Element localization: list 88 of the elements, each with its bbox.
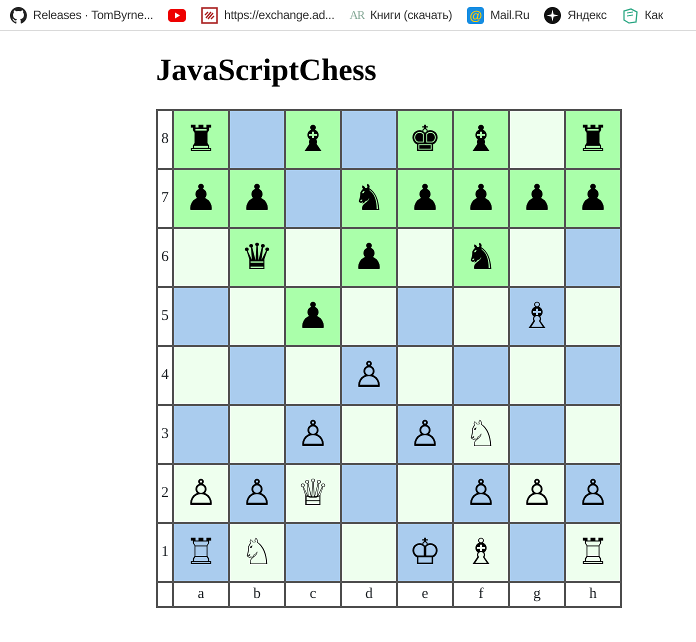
board-square[interactable]	[509, 523, 565, 582]
board-square[interactable]	[229, 287, 285, 346]
board-square[interactable]: ♜	[173, 110, 229, 170]
bookmark-link[interactable]: Яндекс	[544, 6, 607, 24]
board-square[interactable]: ♟	[285, 287, 341, 346]
board-square[interactable]	[397, 346, 453, 406]
board-square[interactable]	[285, 523, 341, 582]
board-square[interactable]: ♜	[565, 110, 621, 170]
board-square[interactable]: ♗	[453, 523, 509, 582]
file-label: h	[565, 582, 621, 607]
board-square[interactable]: ♙	[229, 464, 285, 524]
bookmark-link[interactable]: @ Mail.Ru	[467, 6, 530, 24]
board-square[interactable]: ♘	[229, 523, 285, 582]
board-square[interactable]: ♘	[453, 405, 509, 464]
board-square[interactable]: ♞	[453, 228, 509, 288]
file-label: d	[341, 582, 397, 607]
board-square[interactable]	[397, 287, 453, 346]
board-square[interactable]	[565, 405, 621, 464]
board-square[interactable]	[509, 405, 565, 464]
file-label: a	[173, 582, 229, 607]
board-square[interactable]	[509, 110, 565, 170]
board-square[interactable]	[229, 346, 285, 406]
board-square[interactable]	[341, 287, 397, 346]
board-square[interactable]: ♖	[173, 523, 229, 582]
book-icon	[622, 6, 639, 24]
bookmark-link[interactable]: AR Книги (скачать)	[349, 6, 452, 24]
file-label: b	[229, 582, 285, 607]
board-square[interactable]: ♕	[285, 464, 341, 524]
bookmark-icon-button[interactable]	[168, 8, 186, 22]
board-square[interactable]: ♟	[341, 228, 397, 288]
board-square[interactable]: ♙	[397, 405, 453, 464]
board-square[interactable]	[173, 287, 229, 346]
board-square[interactable]	[397, 228, 453, 288]
board-square[interactable]: ♟	[453, 169, 509, 228]
board-square[interactable]	[397, 464, 453, 524]
board-square[interactable]: ♞	[341, 169, 397, 228]
board-square[interactable]: ♙	[453, 464, 509, 524]
board-square[interactable]	[341, 464, 397, 524]
board-square[interactable]: ♝	[285, 110, 341, 170]
board-square[interactable]: ♙	[565, 464, 621, 524]
rank-label: 8	[157, 110, 173, 170]
board-square[interactable]: ♟	[229, 169, 285, 228]
board-square[interactable]: ♛	[229, 228, 285, 288]
board-square[interactable]	[341, 523, 397, 582]
board-square[interactable]: ♟	[509, 169, 565, 228]
board-square[interactable]: ♟	[173, 169, 229, 228]
board-square[interactable]: ♟	[565, 169, 621, 228]
board-square[interactable]	[565, 228, 621, 288]
board-square[interactable]	[173, 228, 229, 288]
board-square[interactable]	[453, 346, 509, 406]
bookmark-link[interactable]: Как	[622, 6, 663, 24]
board-square[interactable]	[565, 346, 621, 406]
file-label: g	[509, 582, 565, 607]
board-square[interactable]	[229, 110, 285, 170]
board-square[interactable]	[509, 346, 565, 406]
board-square[interactable]	[509, 228, 565, 288]
file-label: f	[453, 582, 509, 607]
github-icon	[10, 6, 27, 24]
compass-star-icon	[544, 6, 562, 24]
file-label: c	[285, 582, 341, 607]
mail-icon: @	[467, 6, 484, 24]
bookmark-link[interactable]: https://exchange.ad...	[201, 6, 334, 24]
logo-icon: AR	[349, 6, 364, 24]
board-square[interactable]: ♙	[341, 346, 397, 406]
board-square[interactable]	[173, 405, 229, 464]
bookmark-link[interactable]: Releases · TomByrne...	[10, 6, 154, 24]
board-square[interactable]: ♗	[509, 287, 565, 346]
board-square[interactable]: ♔	[397, 523, 453, 582]
board-square[interactable]	[453, 287, 509, 346]
video-play-icon	[168, 8, 186, 22]
board-square[interactable]: ♖	[565, 523, 621, 582]
board-square[interactable]	[173, 346, 229, 406]
board-square[interactable]: ♙	[285, 405, 341, 464]
board-square[interactable]	[341, 110, 397, 170]
board-square[interactable]: ♝	[453, 110, 509, 170]
board-square[interactable]: ♚	[397, 110, 453, 170]
board-square[interactable]	[565, 287, 621, 346]
board-square[interactable]	[229, 405, 285, 464]
board-square[interactable]: ♙	[173, 464, 229, 524]
board-square[interactable]	[285, 346, 341, 406]
file-label: e	[397, 582, 453, 607]
board-square[interactable]	[285, 228, 341, 288]
board-square[interactable]: ♟	[397, 169, 453, 228]
page-title: JavaScriptChess	[156, 53, 378, 88]
board-square[interactable]	[285, 169, 341, 228]
board-square[interactable]	[341, 405, 397, 464]
exchange-icon	[201, 6, 218, 24]
board-square[interactable]: ♙	[509, 464, 565, 524]
